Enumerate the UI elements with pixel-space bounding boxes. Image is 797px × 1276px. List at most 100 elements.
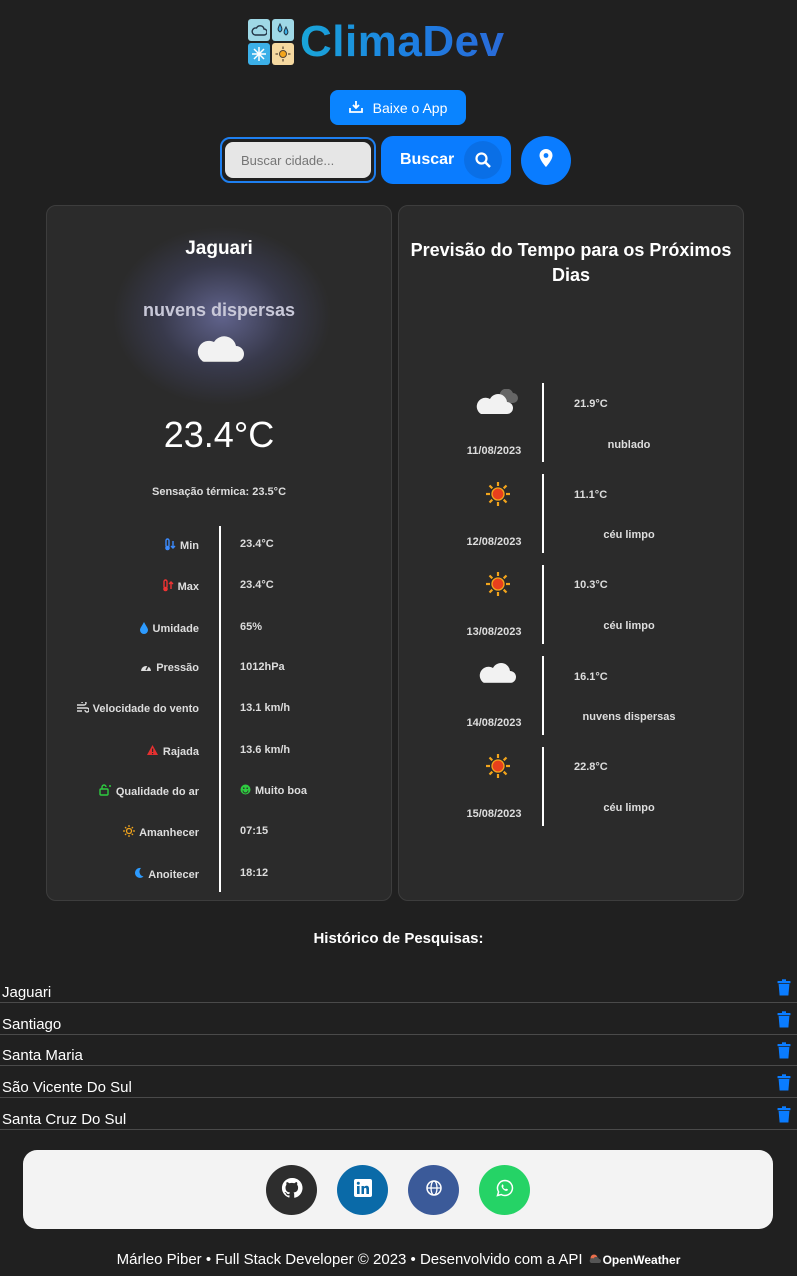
wind-icon: [76, 700, 90, 716]
stat-label: Qualidade do ar: [115, 785, 199, 798]
forecast-temp: 16.1°C: [574, 671, 608, 683]
forecast-desc: céu limpo: [603, 802, 655, 814]
forecast-divider: [542, 747, 544, 826]
feels-like: Sensação térmica: 23.5°C: [151, 486, 287, 498]
forecast-divider: [542, 565, 544, 644]
trash-icon[interactable]: [777, 1106, 791, 1128]
forecast-divider: [542, 656, 544, 735]
forecast-date: 15/08/2023: [466, 808, 522, 820]
stat-sunset: Anoitecer 18:12: [47, 864, 393, 884]
forecast-divider: [542, 474, 544, 553]
cloud-icon: [194, 334, 246, 371]
download-app-button[interactable]: Baixe o App: [330, 90, 466, 125]
sun-icon: [463, 753, 533, 779]
stat-max: Max 23.4°C: [47, 576, 393, 596]
snowflake-icon: [248, 43, 270, 65]
search-field-wrapper: [220, 137, 376, 183]
sun-icon: [463, 571, 533, 597]
cloud-icon: [248, 19, 270, 41]
stat-air-quality: Qualidade do ar Muito boa: [47, 781, 393, 801]
linkedin-icon: [353, 1178, 372, 1202]
whatsapp-icon: [495, 1179, 514, 1202]
city-name: Jaguari: [185, 238, 253, 259]
linkedin-button[interactable]: [337, 1165, 388, 1215]
globe-icon: [425, 1179, 442, 1201]
trash-icon[interactable]: [777, 1042, 791, 1064]
history-item-name[interactable]: Jaguari: [2, 984, 51, 1001]
sunrise-icon: [123, 825, 136, 840]
forecast-desc: nublado: [607, 439, 651, 451]
forecast-desc: céu limpo: [603, 529, 655, 541]
search-button-label: Buscar: [400, 151, 455, 168]
history-item[interactable]: Jaguari: [0, 972, 797, 1003]
github-icon: [280, 1176, 304, 1205]
stat-value: 13.1 km/h: [240, 702, 291, 714]
download-app-label: Baixe o App: [372, 99, 448, 116]
history-item[interactable]: Santa Cruz Do Sul: [0, 1099, 797, 1130]
trash-icon[interactable]: [777, 1074, 791, 1096]
forecast-temp: 21.9°C: [574, 398, 608, 410]
stat-label: Amanhecer: [139, 826, 199, 839]
stat-value: 65%: [240, 621, 263, 633]
forecast-temp: 22.8°C: [574, 761, 608, 773]
history-item-name[interactable]: São Vicente Do Sul: [2, 1079, 132, 1096]
copyright: Márleo Piber • Full Stack Developer © 20…: [0, 1251, 797, 1268]
stat-humidity: Umidade 65%: [47, 618, 393, 638]
stat-gust: Rajada 13.6 km/h: [47, 741, 393, 761]
history-item[interactable]: Santiago: [0, 1004, 797, 1035]
stat-value: 07:15: [240, 825, 269, 837]
thermometer-high-icon: [162, 579, 174, 595]
brand-name: ClimaDev: [300, 17, 505, 66]
forecast-date: 12/08/2023: [466, 536, 522, 548]
history-item[interactable]: Santa Maria: [0, 1035, 797, 1066]
stat-pressure: Pressão 1012hPa: [47, 658, 393, 678]
forecast-temp: 10.3°C: [574, 579, 608, 591]
logo-icon: [248, 19, 294, 65]
stat-label: Pressão: [156, 662, 199, 674]
current-temperature: 23.4°C: [163, 414, 275, 455]
website-button[interactable]: [408, 1165, 459, 1215]
weather-description: nuvens dispersas: [142, 300, 296, 320]
droplet-icon: [139, 621, 149, 637]
trash-icon[interactable]: [777, 979, 791, 1001]
history-item[interactable]: São Vicente Do Sul: [0, 1067, 797, 1098]
github-button[interactable]: [266, 1165, 317, 1215]
forecast-date: 14/08/2023: [466, 717, 522, 729]
history-item-name[interactable]: Santa Cruz Do Sul: [2, 1111, 126, 1128]
openweather-logo[interactable]: OpenWeather: [589, 1253, 680, 1267]
stat-value: 23.4°C: [240, 538, 274, 550]
download-icon: [348, 100, 363, 116]
smile-icon: [240, 784, 251, 798]
history-title: Histórico de Pesquisas:: [313, 930, 484, 947]
forecast-temp: 11.1°C: [574, 489, 608, 501]
stat-label: Velocidade do vento: [92, 703, 199, 715]
air-quality-icon: [99, 784, 112, 799]
stat-label: Umidade: [152, 623, 199, 635]
stat-wind-speed: Velocidade do vento 13.1 km/h: [47, 699, 393, 719]
stat-value: 23.4°C: [240, 579, 274, 591]
stat-label: Anoitecer: [148, 868, 199, 881]
sun-icon: [463, 481, 533, 507]
forecast-title: Previsão do Tempo para os Próximos Dias: [410, 240, 732, 285]
rain-drops-icon: [272, 19, 294, 41]
history-item-name[interactable]: Santiago: [2, 1016, 61, 1033]
search-button[interactable]: Buscar: [381, 136, 511, 184]
stat-label: Rajada: [162, 745, 199, 758]
forecast-date: 13/08/2023: [466, 626, 522, 638]
whatsapp-button[interactable]: [479, 1165, 530, 1215]
history-item-name[interactable]: Santa Maria: [2, 1047, 83, 1064]
trash-icon[interactable]: [777, 1011, 791, 1033]
warning-icon: [146, 744, 159, 759]
location-button[interactable]: [521, 136, 571, 185]
copyright-text: Márleo Piber • Full Stack Developer © 20…: [116, 1251, 583, 1268]
logo: ClimaDev: [248, 16, 505, 68]
stat-value: 18:12: [240, 867, 269, 879]
forecast-date: 11/08/2023: [466, 445, 522, 457]
cloud-icon: [463, 662, 533, 686]
stat-min: Min 23.4°C: [47, 535, 393, 555]
stat-value: 1012hPa: [240, 661, 285, 673]
gauge-icon: [140, 661, 152, 675]
forecast-desc: nuvens dispersas: [582, 711, 676, 723]
search-input[interactable]: [225, 142, 371, 178]
cloudy-icon: [463, 389, 533, 417]
